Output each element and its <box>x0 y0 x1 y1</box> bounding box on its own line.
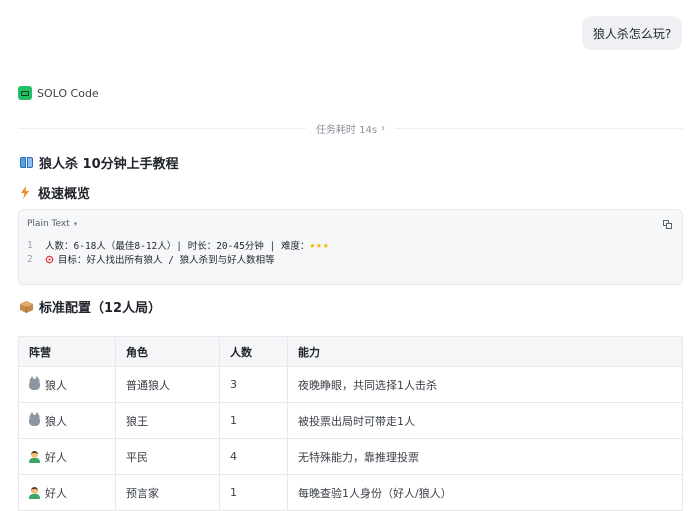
cell-count: 1 <box>219 474 288 511</box>
column-header-camp: 阵营 <box>18 336 116 367</box>
code-line: 2 目标：好人找出所有狼人 / 狼人杀到与好人数相等 <box>27 252 682 267</box>
section-heading-overview: 极速概览 <box>20 183 90 202</box>
book-icon <box>20 157 33 168</box>
code-language-label: Plain Text <box>27 219 70 229</box>
line-number: 2 <box>27 253 33 265</box>
column-header-count: 人数 <box>219 336 288 367</box>
task-time-toggle[interactable]: 任务耗时 14s › <box>306 121 395 136</box>
camp-text: 狼人 <box>45 414 67 428</box>
divider-line-right <box>395 127 683 129</box>
person-icon <box>29 486 40 499</box>
column-header-role: 角色 <box>115 336 220 367</box>
chevron-right-icon: › <box>381 122 386 134</box>
cell-role: 平民 <box>115 438 220 475</box>
cell-ability: 夜晚睁眼，共同选择1人击杀 <box>287 366 683 403</box>
chevron-down-icon: ▾ <box>73 220 78 228</box>
cell-count: 4 <box>219 438 288 475</box>
code-block-header: Plain Text ▾ <box>19 210 682 238</box>
section-heading-overview-text: 极速概览 <box>38 187 91 202</box>
cell-role: 狼王 <box>115 402 220 439</box>
section-heading-config: 标准配置（12人局） <box>20 297 161 316</box>
section-heading-config-text: 标准配置（12人局） <box>39 301 162 316</box>
task-time-label: 任务耗时 14s <box>315 124 378 136</box>
cell-camp: 狼人 <box>18 366 116 403</box>
cell-count: 3 <box>219 366 288 403</box>
camp-text: 狼人 <box>45 378 67 392</box>
doc-title-text: 狼人杀 10分钟上手教程 <box>39 157 179 172</box>
camp-text: 好人 <box>45 450 67 464</box>
code-lines: 1 人数：6-18人（最佳8-12人）| 时长：20-45分钟 | 难度： ★★… <box>19 238 682 267</box>
camp-text: 好人 <box>45 486 67 500</box>
cell-ability: 无特殊能力，靠推理投票 <box>287 438 683 475</box>
person-icon <box>29 450 40 463</box>
target-icon <box>45 254 54 264</box>
code-line-text: 人数：6-18人（最佳8-12人）| 时长：20-45分钟 | 难度： <box>45 241 310 252</box>
column-header-ability: 能力 <box>287 336 683 367</box>
roles-table: 阵营 角色 人数 能力 狼人 普通狼人 3 夜晚睁眼，共同选择1人击杀 狼人 狼… <box>18 336 683 511</box>
code-line-text: 目标：好人找出所有狼人 / 狼人杀到与好人数相等 <box>58 255 275 266</box>
copy-icon[interactable] <box>663 219 672 229</box>
table-row: 好人 平民 4 无特殊能力，靠推理投票 <box>18 438 683 475</box>
doc-title: 狼人杀 10分钟上手教程 <box>20 153 179 172</box>
table-header-row: 阵营 角色 人数 能力 <box>18 336 683 367</box>
table-row: 好人 预言家 1 每晚查验1人身份（好人/狼人） <box>18 474 683 511</box>
cell-count: 1 <box>219 402 288 439</box>
code-block: Plain Text ▾ 1 人数：6-18人（最佳8-12人）| 时长：20-… <box>18 209 683 285</box>
agent-logo-icon <box>18 86 32 100</box>
user-message-bubble: 狼人杀怎么玩? <box>582 16 682 50</box>
code-language-select[interactable]: Plain Text ▾ <box>27 219 77 229</box>
agent-header: SOLO Code <box>18 86 99 100</box>
line-number: 1 <box>27 239 33 251</box>
cell-camp: 狼人 <box>18 402 116 439</box>
task-time-divider: 任务耗时 14s › <box>18 120 683 136</box>
package-icon <box>20 300 33 313</box>
user-message-text: 狼人杀怎么玩? <box>592 26 672 41</box>
difficulty-stars: ★★★ <box>309 239 330 251</box>
wolf-icon <box>29 375 40 390</box>
table-row: 狼人 狼王 1 被投票出局时可带走1人 <box>18 402 683 439</box>
cell-role: 预言家 <box>115 474 220 511</box>
code-line: 1 人数：6-18人（最佳8-12人）| 时长：20-45分钟 | 难度： ★★… <box>27 238 682 253</box>
agent-name: SOLO Code <box>37 86 99 100</box>
cell-ability: 被投票出局时可带走1人 <box>287 402 683 439</box>
cell-camp: 好人 <box>18 438 116 475</box>
cell-camp: 好人 <box>18 474 116 511</box>
table-row: 狼人 普通狼人 3 夜晚睁眼，共同选择1人击杀 <box>18 366 683 403</box>
lightning-icon <box>21 186 29 199</box>
wolf-icon <box>29 411 40 426</box>
divider-line-left <box>18 127 306 129</box>
cell-role: 普通狼人 <box>115 366 220 403</box>
cell-ability: 每晚查验1人身份（好人/狼人） <box>287 474 683 511</box>
